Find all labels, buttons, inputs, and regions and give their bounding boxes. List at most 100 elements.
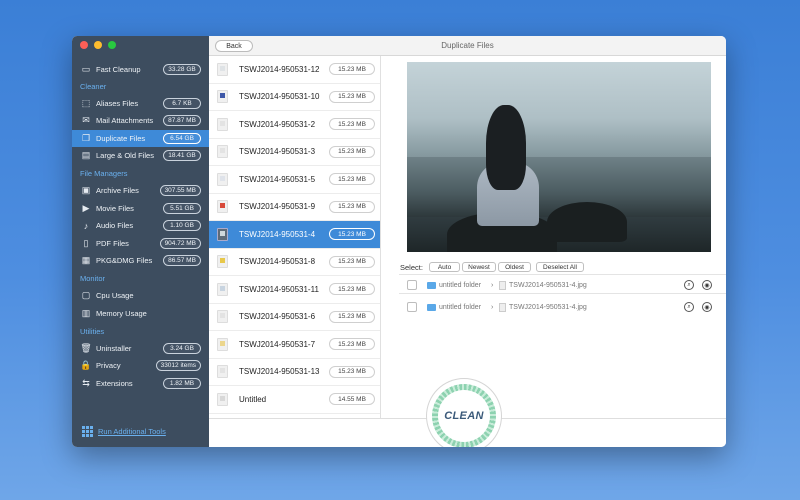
file-size-badge: 15.23 MB xyxy=(329,283,375,296)
trash-icon: 🗑 xyxy=(80,343,92,353)
large-files-icon: ▤ xyxy=(81,150,91,160)
file-row[interactable]: TSWJ2014-950531-6 15.23 MB xyxy=(209,304,380,331)
sidebar-item-pdf-files[interactable]: ▯ PDF Files 904.72 MB xyxy=(72,235,209,252)
sidebar-item-label: Extensions xyxy=(96,379,133,388)
sidebar-item-large-old-files[interactable]: ▤ Large & Old Files 18.41 GB xyxy=(72,147,209,164)
sidebar-item-label: Cpu Usage xyxy=(96,291,134,300)
file-name: TSWJ2014-950531-7 xyxy=(239,339,316,349)
file-row[interactable]: TSWJ2014-950531-5 15.23 MB xyxy=(209,166,380,194)
size-badge: 33.28 GB xyxy=(163,64,201,75)
size-badge: 307.55 MB xyxy=(159,185,201,196)
sidebar-item-duplicate-files[interactable]: ❐ Duplicate Files 6.54 GB xyxy=(72,130,209,147)
file-icon xyxy=(217,282,228,296)
file-row[interactable]: TSWJ2014-950531-10 15.23 MB xyxy=(209,84,380,111)
jpg-file-icon xyxy=(499,302,506,312)
sidebar-item-label: PKG&DMG Files xyxy=(96,256,153,265)
file-name: TSWJ2014-950531-10 xyxy=(239,92,320,102)
file-size-badge: 15.23 MB xyxy=(329,255,375,268)
file-row[interactable]: TSWJ2014-950531-2 15.23 MB xyxy=(209,111,380,139)
sidebar-item-archive-files[interactable]: ▣ Archive Files 307.55 MB xyxy=(72,182,209,199)
sidebar-item-label: Mail Attachments xyxy=(96,116,154,125)
sidebar-item-extensions[interactable]: ⇆ Extensions 1.82 MB xyxy=(72,375,209,392)
duplicate-location-row[interactable]: untitled folder › TSWJ2014-950531-4.jpg … xyxy=(399,275,726,295)
file-row-selected[interactable]: TSWJ2014-950531-4 15.23 MB xyxy=(209,221,380,249)
folder-icon xyxy=(427,281,436,289)
duplicate-checkbox[interactable] xyxy=(407,302,417,312)
movie-icon: ▶ xyxy=(82,203,90,213)
minimize-window-button[interactable] xyxy=(94,41,102,49)
sidebar-item-label: Memory Usage xyxy=(96,309,147,318)
file-size-badge: 15.23 MB xyxy=(329,118,375,131)
sidebar: ▭ Fast Cleanup 33.28 GB Cleaner ⬚ Aliase… xyxy=(72,36,209,447)
file-row[interactable]: TSWJ2014-950531-12 15.23 MB xyxy=(209,56,380,84)
chevron-right-icon: › xyxy=(491,281,494,289)
file-icon xyxy=(217,117,228,131)
deselect-all-button[interactable]: Deselect All xyxy=(536,262,584,272)
file-size-badge: 15.23 MB xyxy=(329,310,375,323)
file-icon xyxy=(217,145,228,159)
file-row[interactable]: TSWJ2014-950531-9 15.23 MB xyxy=(209,194,380,221)
lock-icon: 🔒 xyxy=(80,360,92,370)
sidebar-item-pkg-dmg-files[interactable]: ▦ PKG&DMG Files 86.57 MB xyxy=(72,252,209,269)
sidebar-item-aliases-files[interactable]: ⬚ Aliases Files 6.7 KB xyxy=(72,95,209,112)
file-size-badge: 15.23 MB xyxy=(329,145,375,158)
file-size-badge: 15.23 MB xyxy=(329,63,375,76)
file-icon xyxy=(217,365,228,379)
file-name: TSWJ2014-950531-13 xyxy=(239,367,320,377)
select-newest-button[interactable]: Newest xyxy=(462,262,496,272)
size-badge: 6.7 KB xyxy=(163,98,201,109)
sidebar-item-privacy[interactable]: 🔒 Privacy 33012 items xyxy=(72,357,209,374)
title-bar: Back Duplicate Files xyxy=(209,36,726,56)
size-badge: 5.51 GB xyxy=(163,203,201,214)
clean-button[interactable]: CLEAN xyxy=(427,379,501,447)
close-window-button[interactable] xyxy=(80,41,88,49)
size-badge: 33012 items xyxy=(155,360,201,371)
sidebar-item-movie-files[interactable]: ▶ Movie Files 5.51 GB xyxy=(72,200,209,217)
chevron-right-icon: › xyxy=(491,303,494,311)
magnifier-icon[interactable]: ⌕ xyxy=(684,280,694,290)
duplicate-file-name: TSWJ2014-950531-4.jpg xyxy=(509,281,587,289)
file-row[interactable]: TSWJ2014-950531-8 15.23 MB xyxy=(209,249,380,276)
file-name: TSWJ2014-950531-5 xyxy=(239,174,316,184)
sidebar-item-cpu-usage[interactable]: ▢ Cpu Usage xyxy=(72,287,209,304)
file-row[interactable]: TSWJ2014-950531-13 15.23 MB xyxy=(209,359,380,386)
select-auto-button[interactable]: Auto xyxy=(429,262,460,272)
figure-hair xyxy=(486,105,526,190)
size-badge: 1.82 MB xyxy=(163,378,201,389)
clean-button-label: CLEAN xyxy=(438,390,490,442)
eye-icon[interactable]: ◉ xyxy=(702,302,712,312)
file-row[interactable]: TSWJ2014-950531-7 15.23 MB xyxy=(209,331,380,359)
sidebar-item-audio-files[interactable]: ♪ Audio Files 1.10 GB xyxy=(72,217,209,234)
memory-icon: ▥ xyxy=(81,308,91,318)
sidebar-item-label: Archive Files xyxy=(96,186,139,195)
duplicate-location-row[interactable]: untitled folder › TSWJ2014-950531-4.jpg … xyxy=(399,297,726,317)
sidebar-item-mail-attachments[interactable]: ✉ Mail Attachments 87.87 MB xyxy=(72,112,209,129)
file-row[interactable]: TSWJ2014-950531-3 15.23 MB xyxy=(209,139,380,166)
zoom-window-button[interactable] xyxy=(108,41,116,49)
file-icon xyxy=(217,310,228,324)
sidebar-item-label: Audio Files xyxy=(96,221,134,230)
run-additional-tools-link[interactable]: Run Additional Tools xyxy=(98,427,166,436)
sidebar-item-label: Privacy xyxy=(96,361,121,370)
eye-icon[interactable]: ◉ xyxy=(702,280,712,290)
sidebar-item-memory-usage[interactable]: ▥ Memory Usage xyxy=(72,305,209,322)
sidebar-item-fast-cleanup[interactable]: ▭ Fast Cleanup 33.28 GB xyxy=(72,61,209,78)
sidebar-item-uninstaller[interactable]: 🗑 Uninstaller 3.24 GB xyxy=(72,340,209,357)
magnifier-icon[interactable]: ⌕ xyxy=(684,302,694,312)
file-size-badge: 15.23 MB xyxy=(329,228,375,241)
file-icon xyxy=(217,62,228,76)
sidebar-item-label: Fast Cleanup xyxy=(96,65,141,74)
file-row[interactable]: Untitled 14.55 MB xyxy=(209,386,380,414)
duplicate-checkbox[interactable] xyxy=(407,280,417,290)
run-additional-tools[interactable]: Run Additional Tools xyxy=(82,426,166,437)
select-oldest-button[interactable]: Oldest xyxy=(498,262,531,272)
file-name: Untitled xyxy=(239,394,267,404)
section-header-cleaner: Cleaner xyxy=(80,82,107,91)
file-name: TSWJ2014-950531-8 xyxy=(239,257,316,267)
sidebar-item-label: PDF Files xyxy=(96,239,129,248)
file-size-badge: 15.23 MB xyxy=(329,173,375,186)
image-thumbnail-icon xyxy=(217,227,228,241)
monitor-icon: ▭ xyxy=(81,64,91,74)
size-badge: 18.41 GB xyxy=(163,150,201,161)
file-row[interactable]: TSWJ2014-950531-11 15.23 MB xyxy=(209,276,380,304)
